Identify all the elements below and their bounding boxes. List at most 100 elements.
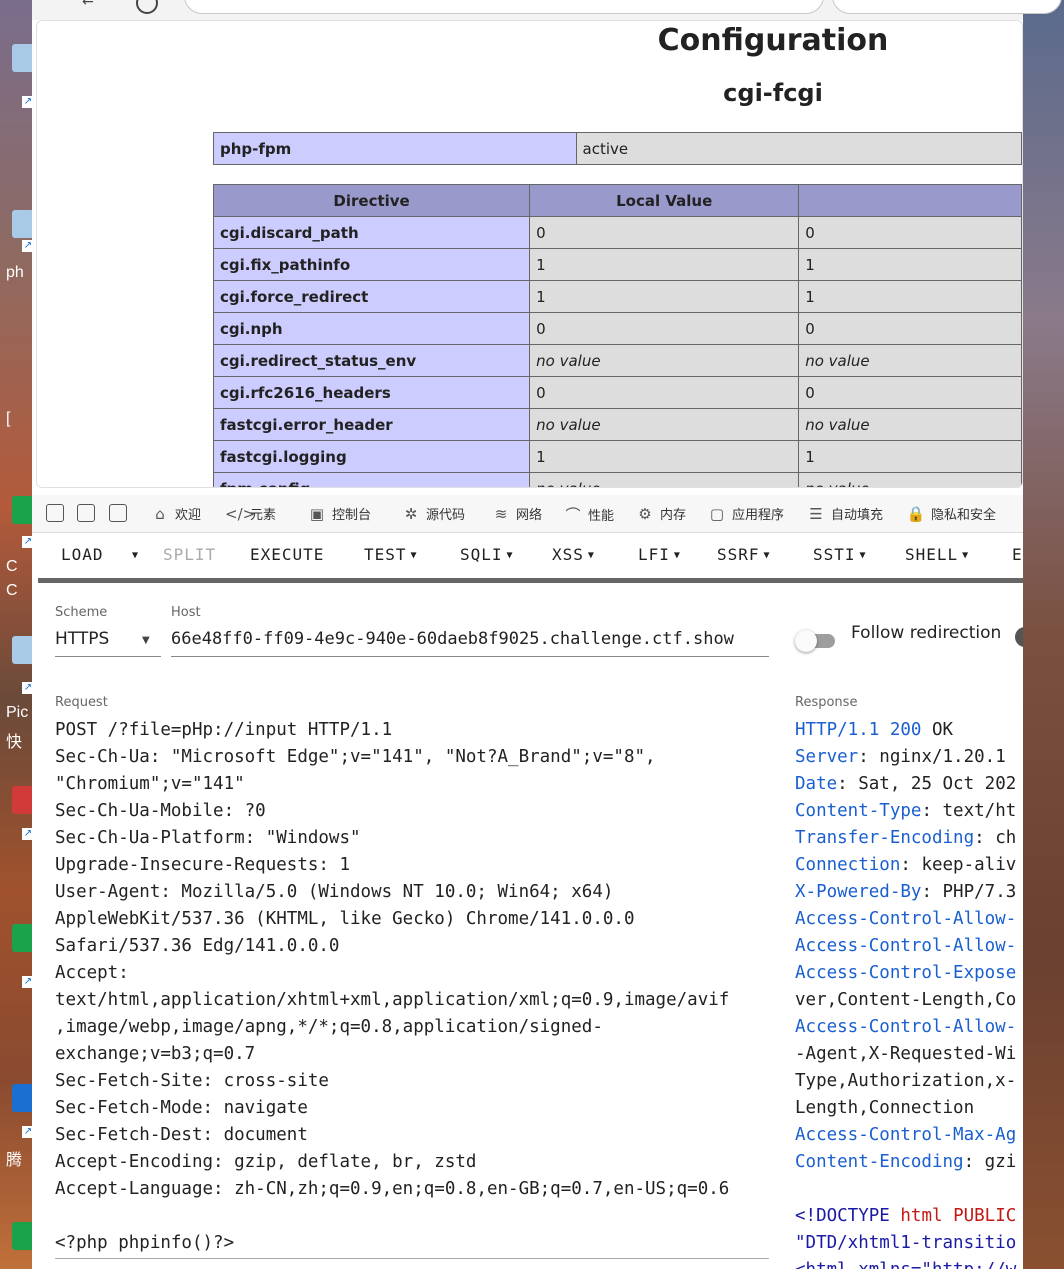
desktop-label: ph: [6, 264, 24, 281]
shell-menu[interactable]: SHELL ▼: [905, 545, 969, 564]
directive-name: cgi.fix_pathinfo: [212, 248, 531, 281]
lfi-menu[interactable]: LFI ▼: [638, 545, 681, 564]
menu-label: SHELL: [905, 545, 959, 564]
tab-privacy[interactable]: 🔒 隐私和安全: [906, 504, 996, 524]
local-value: 1: [529, 440, 800, 473]
host-label: Host: [171, 605, 201, 620]
sidebar-toggle-icon[interactable]: [109, 504, 127, 522]
tab-label: 网络: [516, 508, 543, 523]
desktop-right-strip: [1023, 0, 1064, 1269]
header-value: gzi: [984, 1152, 1017, 1172]
execute-button[interactable]: EXECUTE: [250, 545, 324, 564]
tab-label: 性能: [588, 509, 615, 524]
page-viewport: Configuration cgi-fcgi php-fpm active Di…: [36, 20, 1023, 488]
shortcut-arrow-icon: ↗: [22, 828, 32, 840]
ssti-menu[interactable]: SSTI ▼: [813, 545, 867, 564]
desktop-shortcut-icon[interactable]: [12, 924, 32, 952]
local-value: 0: [529, 216, 800, 249]
desktop-label: Pic: [6, 704, 29, 721]
split-button[interactable]: SPLIT: [163, 545, 216, 564]
hackbar-menu: LOAD ▼ SPLIT EXECUTE TEST ▼ SQLI ▼ XSS ▼ LF…: [32, 533, 1023, 579]
master-value: no value: [798, 408, 1022, 441]
refresh-icon[interactable]: [136, 0, 158, 14]
tab-elements[interactable]: </> 元素: [225, 504, 277, 524]
header-value: Sat, 25 Oct 202: [858, 774, 1017, 794]
fpm-name: php-fpm: [213, 132, 577, 165]
shortcut-arrow-icon: ↗: [22, 1126, 32, 1138]
table-row: cgi.force_redirect 1 1: [212, 280, 1022, 313]
second-toggle[interactable]: [1015, 627, 1023, 647]
header-key: Access-Control-Max-Ag: [795, 1125, 1017, 1145]
header-directive: Directive: [212, 184, 531, 217]
header-key: Access-Control-Expose: [795, 963, 1017, 983]
caret-down-icon[interactable]: ▼: [142, 635, 150, 646]
tab-console[interactable]: ▣ 控制台: [307, 504, 372, 524]
tab-label: 源代码: [426, 508, 466, 523]
shortcut-arrow-icon: ↗: [22, 96, 32, 108]
desktop-label: C: [6, 582, 18, 599]
status-line: HTTP/1.1 200 OK: [795, 720, 953, 740]
browser-toolbar: ←: [32, 0, 1062, 20]
tab-application[interactable]: ▢ 应用程序: [707, 504, 784, 524]
search-box[interactable]: [832, 0, 1062, 14]
desktop-shortcut-icon[interactable]: [12, 1222, 32, 1250]
tab-label: 元素: [250, 508, 277, 523]
inspect-icon[interactable]: [46, 504, 64, 522]
toggle-knob: [795, 630, 817, 652]
response-viewer[interactable]: HTTP/1.1 200 OK Server: nginx/1.20.1 Dat…: [795, 717, 1023, 1269]
ssrf-menu[interactable]: SSRF ▼: [717, 545, 771, 564]
tab-memory[interactable]: ⚙ 内存: [635, 504, 686, 524]
desktop-shortcut-icon[interactable]: [12, 636, 32, 664]
menu-label: SSRF: [717, 545, 760, 564]
load-button[interactable]: LOAD: [61, 545, 104, 564]
desktop-shortcut-icon[interactable]: [12, 496, 32, 524]
shortcut-arrow-icon: ↗: [22, 536, 32, 548]
header-key: Content-Encoding: [795, 1152, 964, 1172]
desktop-label: 腾: [6, 1152, 23, 1169]
tab-sources[interactable]: ✲ 源代码: [401, 504, 466, 524]
desktop-left-strip: ↗ ↗ ph [ ↗ C C ↗ Pic 快 ↗ ↗ ↗ 腾: [0, 0, 32, 1269]
response-headers: Server: nginx/1.20.1 Date: Sat, 25 Oct 2…: [795, 747, 1016, 1010]
lock-icon: 🔒: [906, 504, 926, 523]
response-header-line: Content-Type: text/ht: [795, 801, 1017, 821]
host-input[interactable]: 66e48ff0-ff09-4e9c-940e-60daeb8f9025.cha…: [171, 629, 769, 657]
back-arrow-icon[interactable]: ←: [82, 0, 94, 10]
address-bar[interactable]: [184, 0, 824, 14]
header-continuation: Length,Connection: [795, 1098, 975, 1118]
local-value: 1: [529, 280, 800, 313]
table-header-row: Directive Local Value: [212, 184, 1022, 217]
master-value: 0: [798, 376, 1022, 409]
desktop-label: [: [6, 410, 11, 427]
more-menu[interactable]: E: [1012, 545, 1023, 564]
follow-redirection-toggle[interactable]: [795, 627, 837, 655]
desktop-shortcut-icon[interactable]: [12, 1084, 32, 1112]
response-label: Response: [795, 695, 858, 710]
caret-down-icon: ▼: [859, 550, 867, 561]
test-menu[interactable]: TEST ▼: [364, 545, 418, 564]
desktop-shortcut-icon[interactable]: [12, 786, 32, 814]
code-icon: </>: [225, 504, 256, 523]
header-continuation: ver,Content-Length,Co: [795, 990, 1017, 1010]
directive-name: fastcgi.error_header: [212, 408, 531, 441]
request-textarea[interactable]: POST /?file=pHp://input HTTP/1.1 Sec-Ch-…: [55, 717, 769, 1257]
tab-welcome[interactable]: ⌂ 欢迎: [150, 504, 201, 524]
device-emulation-icon[interactable]: [77, 504, 95, 522]
response-header-line: Access-Control-Allow-: [795, 909, 1016, 929]
directive-name: cgi.rfc2616_headers: [212, 376, 531, 409]
desktop-shortcut-icon[interactable]: [12, 210, 32, 238]
desktop-shortcut-icon[interactable]: [12, 44, 32, 72]
scheme-label: Scheme: [55, 605, 108, 620]
xss-menu[interactable]: XSS ▼: [552, 545, 595, 564]
sqli-menu[interactable]: SQLI ▼: [460, 545, 514, 564]
header-value: ch: [995, 828, 1017, 848]
header-continuation: Type,Authorization,x-: [795, 1071, 1017, 1091]
tab-label: 控制台: [332, 508, 372, 523]
response-header-line: X-Powered-By: PHP/7.3: [795, 882, 1017, 902]
console-icon: ▣: [309, 504, 325, 523]
load-dropdown-button[interactable]: ▼: [128, 545, 139, 564]
tab-autofill[interactable]: ☰ 自动填充: [806, 504, 883, 524]
tab-performance[interactable]: ⌒ 性能: [563, 504, 614, 525]
caret-down-icon: ▼: [673, 550, 681, 561]
tab-network[interactable]: ≋ 网络: [491, 504, 543, 524]
header-key: Transfer-Encoding: [795, 828, 975, 848]
